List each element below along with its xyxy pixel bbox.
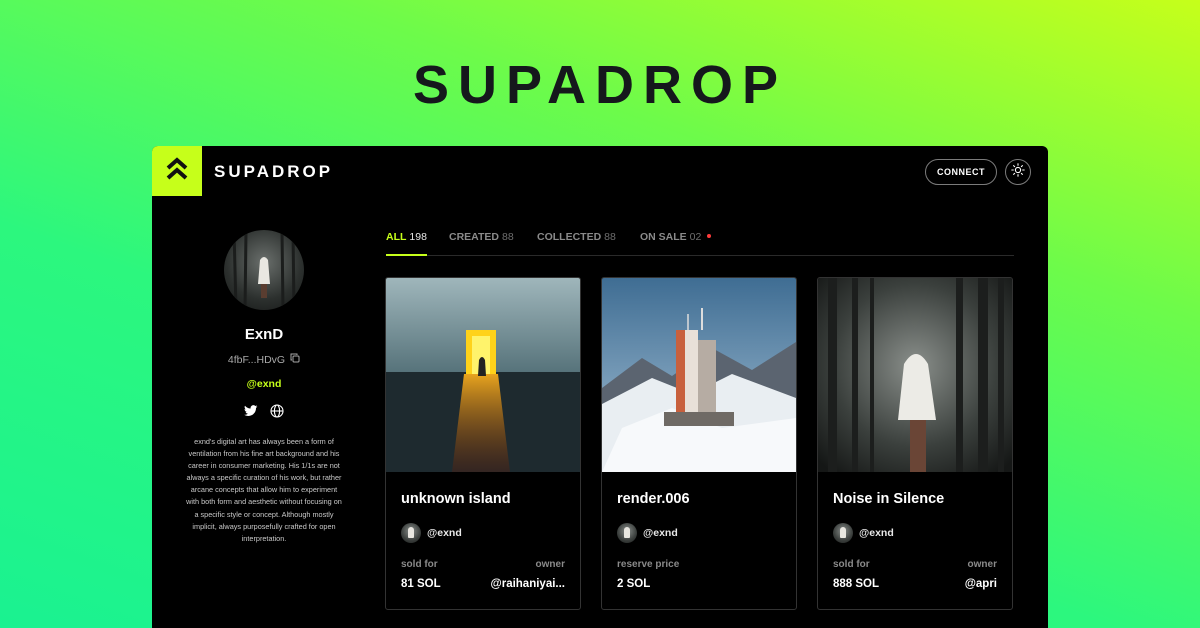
tab-label: CREATED (449, 231, 499, 243)
avatar (401, 523, 421, 543)
price-value: 888 SOL (833, 578, 880, 590)
avatar (833, 523, 853, 543)
app-window: SUPADROP CONNECT ExnD 4fbF...HDvG @exnd … (152, 146, 1048, 628)
wallet-address-text: 4fbF...HDvG (227, 353, 286, 366)
connect-button[interactable]: CONNECT (925, 159, 997, 185)
price-label: sold for (833, 559, 870, 570)
twitter-icon[interactable] (244, 404, 258, 423)
sun-icon (1011, 162, 1025, 182)
profile-bio: exnd's digital art has always been a for… (186, 437, 342, 543)
tab-on-sale[interactable]: ON SALE 02 (640, 231, 712, 256)
social-links (194, 404, 334, 423)
nft-card[interactable]: unknown island @exnd sold for 81 SOL own… (385, 277, 581, 610)
creator[interactable]: @exnd (617, 523, 678, 543)
globe-icon[interactable] (270, 404, 284, 423)
tab-count: 88 (501, 231, 514, 243)
profile-handle[interactable]: @exnd (194, 378, 334, 390)
price-label: reserve price (617, 559, 680, 570)
creator[interactable]: @exnd (401, 523, 462, 543)
on-sale-indicator-dot (707, 234, 712, 238)
tab-label: ON SALE (640, 231, 687, 243)
tab-label: ALL (386, 231, 407, 243)
creator[interactable]: @exnd (833, 523, 894, 543)
nft-title[interactable]: render.006 (617, 491, 690, 507)
tab-collected[interactable]: COLLECTED 88 (537, 231, 616, 256)
collection-tabs: ALL 198 CREATED 88 COLLECTED 88 ON SALE 02 (386, 231, 1014, 256)
hero-title: SUPADROP (412, 55, 788, 115)
tab-created[interactable]: CREATED 88 (449, 231, 514, 256)
tab-count: 88 (604, 231, 616, 243)
avatar (617, 523, 637, 543)
owner-handle[interactable]: @raihaniyai... (491, 578, 566, 590)
nft-title[interactable]: Noise in Silence (833, 491, 944, 507)
profile-panel: ExnD 4fbF...HDvG @exnd (194, 230, 334, 423)
nft-card[interactable]: render.006 @exnd reserve price 2 SOL (601, 277, 797, 610)
profile-name: ExnD (244, 326, 284, 343)
owner-label: owner (535, 559, 565, 570)
theme-toggle-button[interactable] (1005, 159, 1031, 185)
logo[interactable] (152, 146, 202, 196)
wallet-address: 4fbF...HDvG (194, 353, 334, 366)
copy-icon[interactable] (290, 353, 300, 366)
nft-image[interactable] (818, 278, 1012, 472)
brand-name[interactable]: SUPADROP (214, 162, 333, 182)
tab-all[interactable]: ALL 198 (386, 231, 427, 256)
nft-image[interactable] (602, 278, 796, 472)
nft-card[interactable]: Noise in Silence @exnd sold for 888 SOL … (817, 277, 1013, 610)
price-value: 2 SOL (617, 578, 651, 590)
creator-handle[interactable]: @exnd (643, 527, 678, 539)
nft-image[interactable] (386, 278, 580, 472)
tab-count: 198 (409, 231, 427, 243)
double-chevron-up-icon (164, 155, 190, 188)
avatar (224, 230, 304, 310)
creator-handle[interactable]: @exnd (859, 527, 894, 539)
owner-handle[interactable]: @apri (965, 578, 997, 590)
tab-count: 02 (689, 231, 702, 243)
price-value: 81 SOL (401, 578, 441, 590)
price-label: sold for (401, 559, 438, 570)
creator-handle[interactable]: @exnd (427, 527, 462, 539)
nft-title[interactable]: unknown island (401, 491, 511, 507)
tab-label: COLLECTED (537, 231, 602, 243)
owner-label: owner (967, 559, 997, 570)
